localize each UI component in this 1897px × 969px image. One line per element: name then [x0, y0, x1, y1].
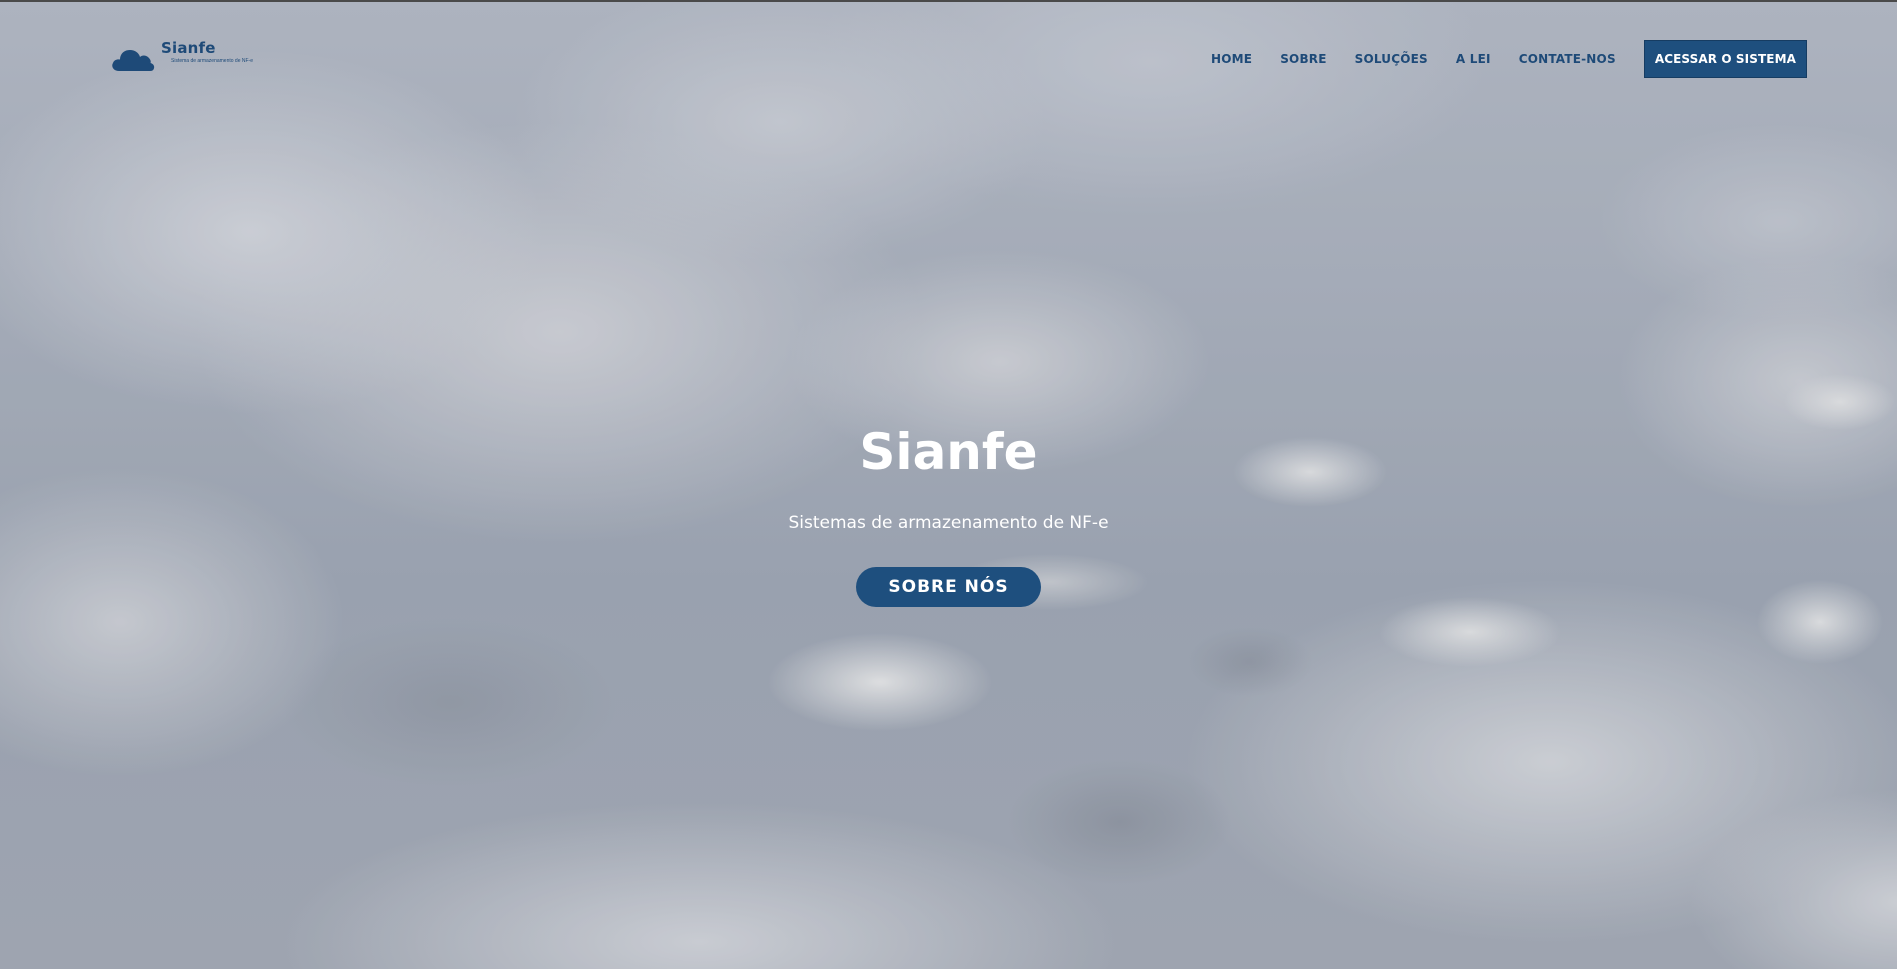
logo-text: Sianfe Sistema de armazenamento de NF-e: [161, 40, 253, 64]
nav-link-contate-nos[interactable]: CONTATE-NOS: [1519, 52, 1616, 66]
access-system-button[interactable]: ACESSAR O SISTEMA: [1643, 40, 1807, 78]
hero-content: Sianfe Sistemas de armazenamento de NF-e…: [0, 417, 1897, 607]
nav-link-a-lei[interactable]: A LEI: [1456, 52, 1491, 66]
nav-link-home[interactable]: HOME: [1211, 52, 1252, 66]
navbar: Sianfe Sistema de armazenamento de NF-e …: [0, 2, 1897, 112]
hero-title: Sianfe: [859, 423, 1038, 481]
nav-link-solucoes[interactable]: SOLUÇÕES: [1355, 52, 1428, 66]
hero-subtitle: Sistemas de armazenamento de NF-e: [788, 513, 1109, 533]
nav-menu: HOME SOBRE SOLUÇÕES A LEI CONTATE-NOS AC…: [1183, 40, 1807, 78]
logo-tagline: Sistema de armazenamento de NF-e: [171, 58, 253, 64]
logo-name: Sianfe: [161, 39, 216, 57]
logo[interactable]: Sianfe Sistema de armazenamento de NF-e: [111, 40, 253, 74]
hero-section: Sianfe Sistema de armazenamento de NF-e …: [0, 0, 1897, 969]
nav-link-sobre[interactable]: SOBRE: [1280, 52, 1326, 66]
about-us-button[interactable]: SOBRE NÓS: [856, 567, 1041, 607]
cloud-icon: [111, 44, 155, 74]
